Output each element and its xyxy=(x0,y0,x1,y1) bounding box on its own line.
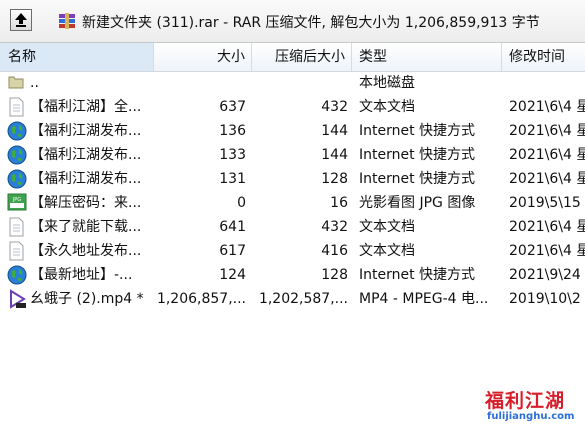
file-size: 1,206,857,... xyxy=(156,291,246,307)
file-modified xyxy=(509,71,585,95)
file-name: 【解压密码：来... xyxy=(30,195,142,211)
file-packed-size: 128 xyxy=(321,267,348,283)
file-modified: 2021\6\4 星 xyxy=(509,123,585,139)
file-size: 136 xyxy=(219,123,246,139)
text-document-icon xyxy=(7,217,27,237)
file-packed-size: 432 xyxy=(321,219,348,235)
file-row[interactable]: .. 本地磁盘 xyxy=(0,71,585,95)
file-name: .. xyxy=(30,75,39,91)
internet-shortcut-icon xyxy=(7,145,27,165)
file-type: Internet 快捷方式 xyxy=(359,147,476,163)
file-size: 641 xyxy=(219,219,246,235)
up-one-level-button[interactable] xyxy=(10,9,32,31)
file-packed-size: 432 xyxy=(321,99,348,115)
toolbar: 新建文件夹 (311).rar - RAR 压缩文件, 解包大小为 1,206,… xyxy=(0,0,585,43)
internet-shortcut-icon xyxy=(7,121,27,141)
file-packed-size: 144 xyxy=(321,123,348,139)
arrow-up-icon xyxy=(15,13,27,27)
file-row[interactable]: 【最新地址】-... 124 128 Internet 快捷方式 2021\9\24 xyxy=(0,263,585,287)
column-header-modified[interactable]: 修改时间 xyxy=(502,43,585,71)
file-type: Internet 快捷方式 xyxy=(359,171,476,187)
file-name: 【福利江湖发布... xyxy=(30,147,142,163)
file-packed-size: 416 xyxy=(321,243,348,259)
archive-path-title: 新建文件夹 (311).rar - RAR 压缩文件, 解包大小为 1,206,… xyxy=(82,15,540,31)
file-packed-size: 1,202,587,... xyxy=(258,291,348,307)
file-packed-size: 16 xyxy=(330,195,348,211)
file-name: 【福利江湖发布... xyxy=(30,171,142,187)
file-size: 637 xyxy=(219,99,246,115)
file-name: 【永久地址发布... xyxy=(30,243,142,259)
watermark-logo-text: 福利江湖 xyxy=(485,390,566,412)
file-modified: 2019\5\15 xyxy=(509,195,581,211)
file-modified: 2021\6\4 星 xyxy=(509,171,585,187)
watermark-url: fulijianghu.com xyxy=(487,411,575,422)
file-name: 幺蛾子 (2).mp4 * xyxy=(30,291,144,307)
file-row[interactable]: 【福利江湖发布... 133 144 Internet 快捷方式 2021\6\4 星 xyxy=(0,143,585,167)
file-row[interactable]: 【福利江湖】全... 637 432 文本文档 2021\6\4 星 xyxy=(0,95,585,119)
jpg-image-icon: JPG xyxy=(7,193,27,213)
file-packed-size xyxy=(252,71,348,95)
file-name: 【最新地址】-... xyxy=(30,267,133,283)
file-type: 文本文档 xyxy=(359,243,415,259)
file-packed-size: 144 xyxy=(321,147,348,163)
file-size xyxy=(154,71,246,95)
internet-shortcut-icon xyxy=(7,265,27,285)
file-type: 文本文档 xyxy=(359,219,415,235)
watermark-logo: 福利江湖 fulijianghu.com xyxy=(485,386,580,428)
file-name: 【福利江湖发布... xyxy=(30,123,142,139)
file-modified: 2021\9\24 xyxy=(509,267,581,283)
svg-text:JPG: JPG xyxy=(12,197,21,203)
file-row[interactable]: 【福利江湖发布... 131 128 Internet 快捷方式 2021\6\4 星 xyxy=(0,167,585,191)
column-header-size[interactable]: 大小 xyxy=(154,43,252,71)
file-type: 光影看图 JPG 图像 xyxy=(359,195,476,211)
text-document-icon xyxy=(7,97,27,117)
file-row[interactable]: 【永久地址发布... 617 416 文本文档 2021\6\4 星 xyxy=(0,239,585,263)
file-type: 文本文档 xyxy=(359,99,415,115)
folder-icon xyxy=(7,73,27,93)
file-packed-size: 128 xyxy=(321,171,348,187)
file-modified: 2021\6\4 星 xyxy=(509,243,585,259)
rar-archive-icon xyxy=(59,13,75,29)
file-row[interactable]: JPG 【解压密码：来... 0 16 光影看图 JPG 图像 2019\5\15 xyxy=(0,191,585,215)
column-header-row: 名称 大小 压缩后大小 类型 修改时间 xyxy=(0,43,585,72)
file-row[interactable]: 幺蛾子 (2).mp4 * 1,206,857,... 1,202,587,... M… xyxy=(0,287,585,311)
file-type: Internet 快捷方式 xyxy=(359,267,476,283)
file-row[interactable]: 【来了就能下载... 641 432 文本文档 2021\6\4 星 xyxy=(0,215,585,239)
file-type: 本地磁盘 xyxy=(359,75,415,91)
internet-shortcut-icon xyxy=(7,169,27,189)
text-document-icon xyxy=(7,241,27,261)
file-modified: 2021\6\4 星 xyxy=(509,147,585,163)
file-size: 0 xyxy=(237,195,246,211)
file-size: 133 xyxy=(219,147,246,163)
file-modified: 2019\10\2 xyxy=(509,291,581,307)
column-header-packed[interactable]: 压缩后大小 xyxy=(252,43,352,71)
file-name: 【来了就能下载... xyxy=(30,219,142,235)
column-header-type[interactable]: 类型 xyxy=(352,43,502,71)
file-row[interactable]: 【福利江湖发布... 136 144 Internet 快捷方式 2021\6\4 星 xyxy=(0,119,585,143)
file-type: MP4 - MPEG-4 电... xyxy=(359,291,489,307)
file-name: 【福利江湖】全... xyxy=(30,99,142,115)
file-modified: 2021\6\4 星 xyxy=(509,219,585,235)
column-header-name[interactable]: 名称 xyxy=(0,43,154,71)
file-type: Internet 快捷方式 xyxy=(359,123,476,139)
file-size: 131 xyxy=(219,171,246,187)
video-file-icon xyxy=(7,289,27,309)
file-size: 124 xyxy=(219,267,246,283)
file-modified: 2021\6\4 星 xyxy=(509,99,585,115)
file-size: 617 xyxy=(219,243,246,259)
